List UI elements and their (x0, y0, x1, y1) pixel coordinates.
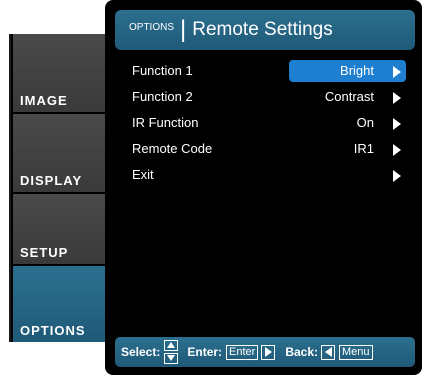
header-separator: | (180, 16, 187, 43)
tab-options-label: OPTIONS (20, 323, 86, 338)
tab-display-label: DISPLAY (20, 173, 83, 188)
row-label: Function 1 (132, 63, 193, 78)
enter-label: Enter: (187, 345, 223, 359)
row-ir-function[interactable]: IR Function On (105, 110, 422, 136)
select-label: Select: (121, 345, 161, 359)
tab-options[interactable]: OPTIONS (13, 266, 105, 342)
tab-column: IMAGE DISPLAY SETUP OPTIONS (9, 34, 105, 342)
tab-display[interactable]: DISPLAY (13, 114, 105, 192)
row-value: Bright (340, 63, 374, 78)
back-label: Back: (285, 345, 319, 359)
row-exit[interactable]: Exit (105, 162, 422, 188)
tab-image-label: IMAGE (20, 93, 68, 108)
page-title: Remote Settings (192, 19, 333, 40)
up-down-icon (164, 339, 179, 365)
settings-list: Function 1 Bright Function 2 Contrast IR… (105, 58, 422, 188)
row-value: IR1 (353, 141, 374, 156)
down-arrow-icon (164, 353, 179, 364)
row-label: Exit (132, 167, 154, 182)
header-category: OPTIONS (129, 21, 175, 33)
enter-key: Enter (226, 344, 259, 360)
right-key-icon (261, 344, 276, 360)
footer-help-bar: Select: Enter: Enter Back: Menu (115, 337, 415, 367)
row-label: Remote Code (132, 141, 213, 156)
arrow-right-icon[interactable] (393, 66, 401, 78)
row-function-2[interactable]: Function 2 Contrast (105, 84, 422, 110)
left-key-icon (321, 344, 336, 360)
row-value: On (356, 115, 374, 130)
arrow-right-icon[interactable] (393, 144, 401, 156)
osd-panel: OPTIONS | Remote Settings Function 1 Bri… (105, 0, 422, 375)
tab-image[interactable]: IMAGE (13, 34, 105, 112)
arrow-right-icon[interactable] (393, 170, 401, 182)
arrow-right-icon[interactable] (393, 118, 401, 130)
row-label: Function 2 (132, 89, 193, 104)
row-label: IR Function (132, 115, 199, 130)
panel-header: OPTIONS | Remote Settings (115, 10, 415, 50)
up-arrow-icon (164, 340, 179, 351)
tab-setup[interactable]: SETUP (13, 194, 105, 264)
row-remote-code[interactable]: Remote Code IR1 (105, 136, 422, 162)
row-value: Contrast (324, 89, 374, 104)
menu-key: Menu (339, 344, 373, 360)
arrow-right-icon[interactable] (393, 92, 401, 104)
row-function-1[interactable]: Function 1 Bright (105, 58, 422, 84)
tab-setup-label: SETUP (20, 245, 69, 260)
